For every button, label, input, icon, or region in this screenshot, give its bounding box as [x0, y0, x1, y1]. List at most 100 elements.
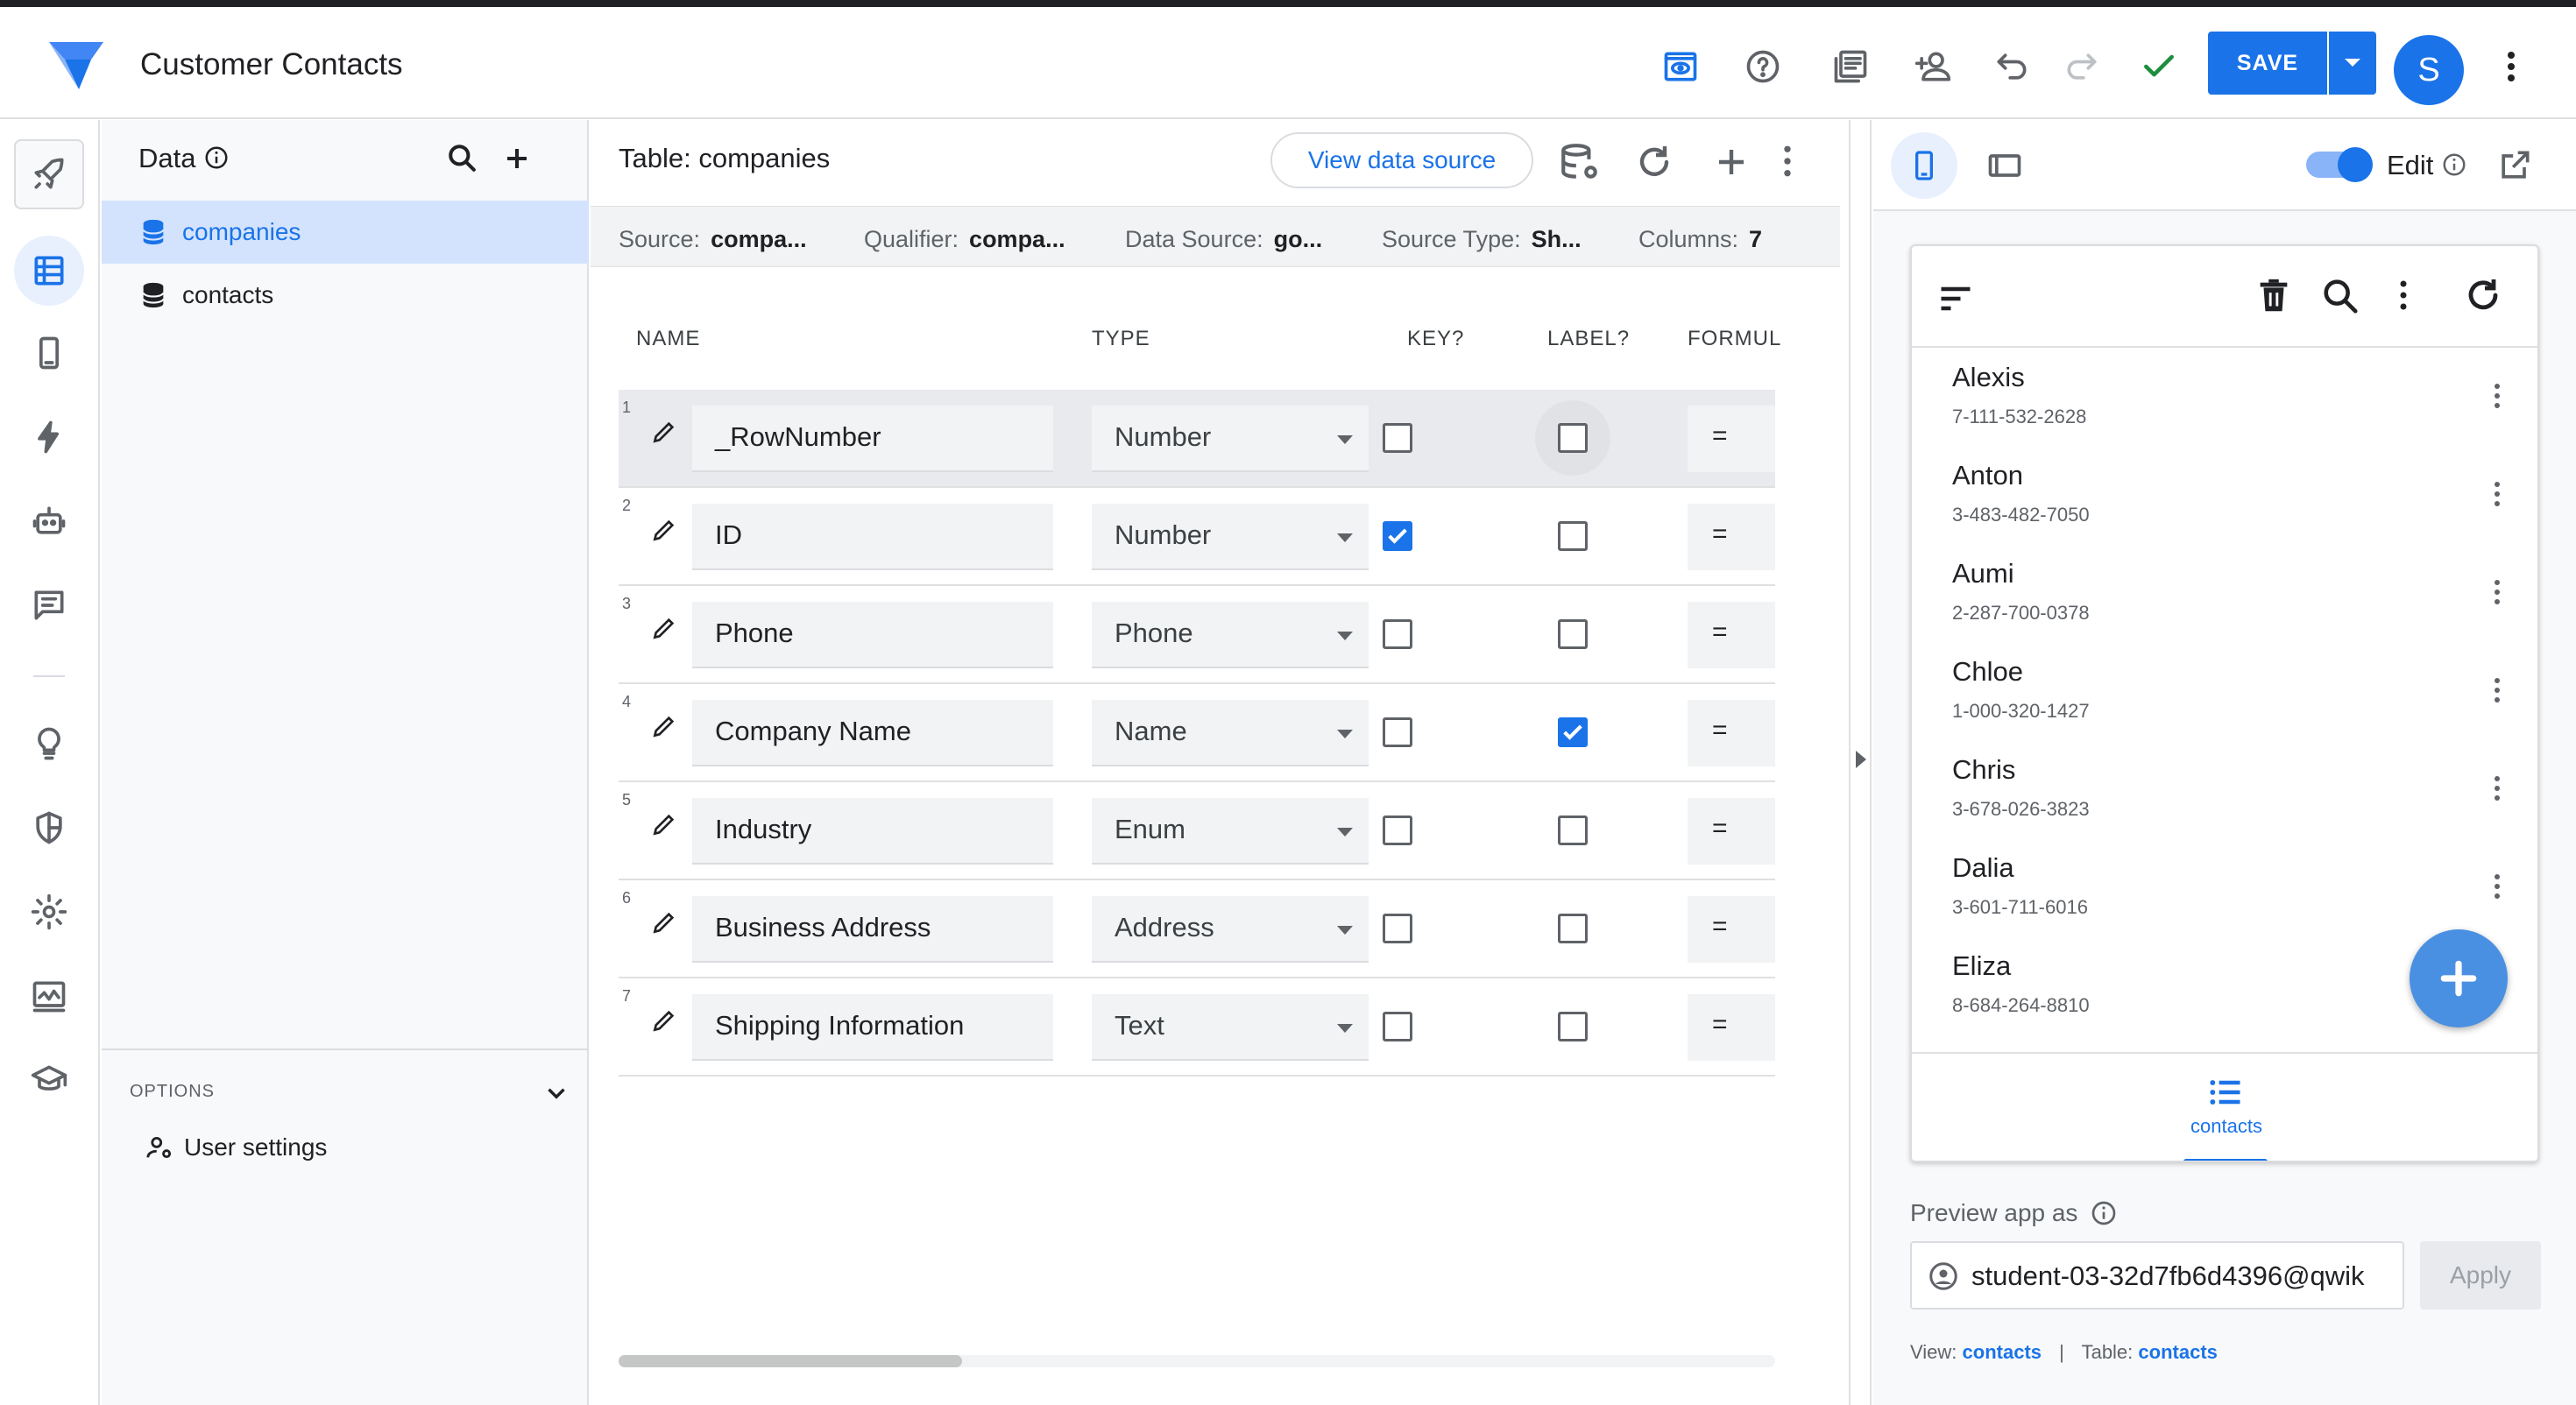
- column-type-select[interactable]: Number: [1092, 406, 1369, 472]
- label-checkbox[interactable]: [1558, 815, 1588, 845]
- search-tables-button[interactable]: [443, 139, 482, 178]
- contact-more-button[interactable]: [2494, 481, 2501, 507]
- edit-column-button[interactable]: [650, 908, 678, 936]
- edit-column-button[interactable]: [650, 712, 678, 740]
- save-options-dropdown[interactable]: [2329, 32, 2376, 95]
- key-checkbox[interactable]: [1383, 815, 1412, 845]
- table-row[interactable]: 1 _RowNumber Number =: [619, 390, 1775, 488]
- expand-arrow-icon[interactable]: [1856, 751, 1866, 768]
- column-name-field[interactable]: Phone: [692, 602, 1053, 668]
- table-row[interactable]: 6 Business Address Address =: [619, 880, 1775, 978]
- nav-contacts-label[interactable]: contacts: [1912, 1115, 2537, 1138]
- add-column-button[interactable]: [1710, 141, 1752, 183]
- nav-contacts-tab[interactable]: [2206, 1073, 2245, 1112]
- label-checkbox[interactable]: [1558, 914, 1588, 943]
- formula-field[interactable]: =: [1688, 994, 1775, 1061]
- formula-field[interactable]: =: [1688, 504, 1775, 570]
- info-icon[interactable]: [2441, 152, 2467, 178]
- column-name-field[interactable]: ID: [692, 504, 1053, 570]
- edit-column-button[interactable]: [650, 1006, 678, 1034]
- phone-more-button[interactable]: [2399, 279, 2408, 311]
- contact-more-button[interactable]: [2494, 873, 2501, 900]
- undo-button[interactable]: [1989, 44, 2035, 89]
- refresh-button[interactable]: [1633, 141, 1675, 183]
- label-checkbox[interactable]: [1558, 423, 1588, 453]
- label-checkbox[interactable]: [1558, 619, 1588, 649]
- key-checkbox[interactable]: [1383, 619, 1412, 649]
- contact-more-button[interactable]: [2494, 383, 2501, 409]
- edit-column-button[interactable]: [650, 516, 678, 544]
- column-type-select[interactable]: Name: [1092, 700, 1369, 766]
- rail-settings[interactable]: [14, 877, 84, 947]
- avatar[interactable]: S: [2394, 35, 2464, 105]
- rail-data[interactable]: [14, 236, 84, 306]
- label-checkbox[interactable]: [1558, 521, 1588, 551]
- apply-button[interactable]: Apply: [2420, 1241, 2541, 1310]
- phone-sync-button[interactable]: [2462, 274, 2504, 316]
- help-button[interactable]: [1740, 44, 1786, 89]
- formula-field[interactable]: =: [1688, 896, 1775, 963]
- view-data-source-button[interactable]: View data source: [1270, 132, 1533, 188]
- list-item[interactable]: Anton 3-483-482-7050: [1912, 448, 2537, 546]
- formula-field[interactable]: =: [1688, 602, 1775, 668]
- column-name-field[interactable]: Company Name: [692, 700, 1053, 766]
- formula-field[interactable]: =: [1688, 406, 1775, 472]
- share-button[interactable]: [1910, 44, 1956, 89]
- edit-column-button[interactable]: [650, 614, 678, 642]
- preview-as-email-input[interactable]: student-03-32d7fb6d4396@qwik: [1910, 1241, 2404, 1310]
- key-checkbox[interactable]: [1383, 914, 1412, 943]
- edit-column-button[interactable]: [650, 418, 678, 446]
- edit-column-button[interactable]: [650, 810, 678, 838]
- info-icon[interactable]: [2090, 1199, 2118, 1227]
- contact-more-button[interactable]: [2494, 579, 2501, 605]
- key-checkbox[interactable]: [1383, 717, 1412, 747]
- add-table-button[interactable]: [498, 139, 536, 178]
- redo-button[interactable]: [2059, 44, 2105, 89]
- panel-splitter[interactable]: [1849, 120, 1872, 1405]
- info-icon[interactable]: [203, 145, 230, 171]
- key-checkbox[interactable]: [1383, 423, 1412, 453]
- phone-search-button[interactable]: [2320, 276, 2360, 316]
- rail-learn[interactable]: [14, 1045, 84, 1115]
- preview-button[interactable]: [1658, 44, 1703, 89]
- column-name-field[interactable]: Business Address: [692, 896, 1053, 963]
- column-name-field[interactable]: Industry: [692, 798, 1053, 865]
- column-name-field[interactable]: Shipping Information: [692, 994, 1053, 1061]
- label-checkbox[interactable]: [1558, 1012, 1588, 1041]
- mobile-preview-tab[interactable]: [1891, 132, 1957, 199]
- docs-button[interactable]: [1828, 44, 1873, 89]
- key-checkbox[interactable]: [1383, 1012, 1412, 1041]
- add-contact-fab[interactable]: [2410, 929, 2508, 1027]
- formula-field[interactable]: =: [1688, 700, 1775, 766]
- column-type-select[interactable]: Phone: [1092, 602, 1369, 668]
- appsheet-logo[interactable]: [47, 40, 105, 91]
- rail-deploy[interactable]: [14, 139, 84, 209]
- more-menu-button[interactable]: [2488, 44, 2534, 89]
- sort-button[interactable]: [1936, 279, 1975, 318]
- column-type-select[interactable]: Text: [1092, 994, 1369, 1061]
- regenerate-structure-button[interactable]: [1558, 141, 1602, 185]
- table-item-contacts[interactable]: contacts: [102, 264, 589, 327]
- table-row[interactable]: 3 Phone Phone =: [619, 586, 1775, 684]
- list-item[interactable]: Aumi 2-287-700-0378: [1912, 546, 2537, 644]
- horizontal-scrollbar-thumb[interactable]: [619, 1355, 962, 1367]
- column-type-select[interactable]: Number: [1092, 504, 1369, 570]
- edit-toggle[interactable]: [2306, 147, 2373, 182]
- table-row[interactable]: 4 Company Name Name =: [619, 684, 1775, 782]
- list-item[interactable]: Alexis 7-111-532-2628: [1912, 349, 2537, 448]
- table-row[interactable]: 2 ID Number =: [619, 488, 1775, 586]
- column-name-field[interactable]: _RowNumber: [692, 406, 1053, 472]
- rail-intelligence[interactable]: [14, 570, 84, 640]
- contact-more-button[interactable]: [2494, 775, 2501, 801]
- table-item-companies[interactable]: companies: [102, 201, 589, 264]
- user-settings-link[interactable]: User settings: [145, 1133, 327, 1162]
- save-button[interactable]: SAVE: [2208, 32, 2327, 95]
- list-item[interactable]: Chloe 1-000-320-1427: [1912, 644, 2537, 742]
- list-item[interactable]: Dalia 3-601-711-6016: [1912, 840, 2537, 938]
- contact-more-button[interactable]: [2494, 677, 2501, 703]
- rail-security[interactable]: [14, 793, 84, 863]
- footer-view-link[interactable]: contacts: [1963, 1341, 2042, 1363]
- label-checkbox[interactable]: [1558, 717, 1588, 747]
- table-row[interactable]: 5 Industry Enum =: [619, 782, 1775, 880]
- rail-monitor[interactable]: [14, 961, 84, 1031]
